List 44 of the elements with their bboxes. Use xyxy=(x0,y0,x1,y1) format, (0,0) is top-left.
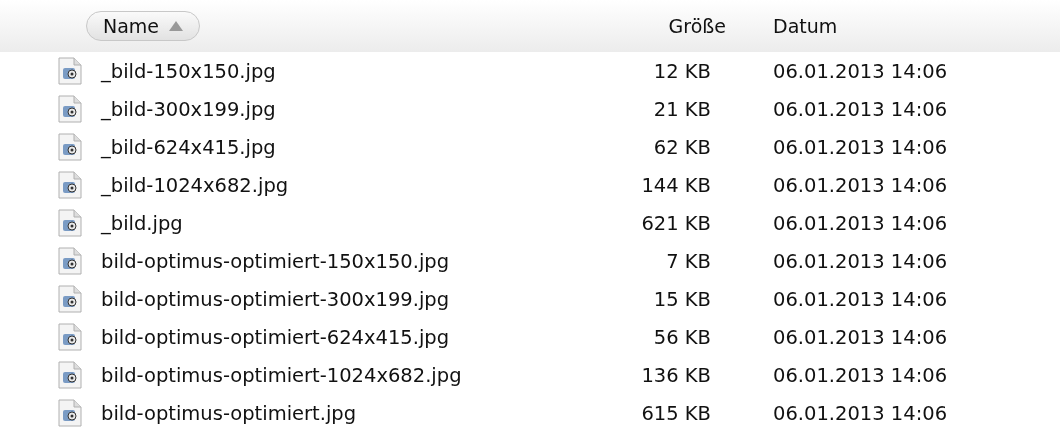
file-size: 144 KB xyxy=(640,173,711,197)
image-file-icon xyxy=(58,95,82,123)
column-header[interactable]: Datum xyxy=(726,11,1060,41)
image-file-icon xyxy=(58,323,82,351)
file-name: _bild.jpg xyxy=(101,211,184,235)
column-header[interactable]: Name xyxy=(86,11,201,41)
file-size: 62 KB xyxy=(652,135,711,159)
file-size: 56 KB xyxy=(652,325,711,349)
file-date: 06.01.2013 14:06 xyxy=(772,325,949,349)
file-date: 06.01.2013 14:06 xyxy=(772,135,949,159)
file-date: 06.01.2013 14:06 xyxy=(772,211,949,235)
sort-ascending-icon xyxy=(169,21,184,31)
file-size: 15 KB xyxy=(652,287,711,311)
file-name: bild-optimus-optimiert-150x150.jpg xyxy=(101,249,451,273)
file-name: bild-optimus-optimiert.jpg xyxy=(101,401,358,425)
file-date: 06.01.2013 14:06 xyxy=(772,287,949,311)
image-file-icon xyxy=(58,399,82,427)
file-date: 06.01.2013 14:06 xyxy=(772,97,949,121)
image-file-icon xyxy=(58,285,82,313)
file-name: bild-optimus-optimiert-300x199.jpg xyxy=(101,287,451,311)
image-file-icon xyxy=(58,57,82,85)
file-date: 06.01.2013 14:06 xyxy=(772,59,949,83)
file-name: _bild-150x150.jpg xyxy=(101,59,277,83)
file-name: bild-optimus-optimiert-624x415.jpg xyxy=(101,325,451,349)
file-size: 21 KB xyxy=(652,97,711,121)
file-date: 06.01.2013 14:06 xyxy=(772,249,949,273)
image-file-icon xyxy=(58,209,82,237)
file-size: 136 KB xyxy=(640,363,711,387)
image-file-icon xyxy=(58,247,82,275)
file-size: 7 KB xyxy=(665,249,711,273)
file-name: _bild-1024x682.jpg xyxy=(101,173,290,197)
file-name: _bild-300x199.jpg xyxy=(101,97,277,121)
file-name: _bild-624x415.jpg xyxy=(101,135,277,159)
file-date: 06.01.2013 14:06 xyxy=(772,363,949,387)
column-header[interactable]: Größe xyxy=(668,11,726,41)
file-size: 621 KB xyxy=(640,211,711,235)
file-date: 06.01.2013 14:06 xyxy=(772,173,949,197)
file-size: 615 KB xyxy=(640,401,711,425)
image-file-icon xyxy=(58,133,82,161)
file-date: 06.01.2013 14:06 xyxy=(772,401,949,425)
image-file-icon xyxy=(58,361,82,389)
file-size: 12 KB xyxy=(652,59,711,83)
image-file-icon xyxy=(58,171,82,199)
file-name: bild-optimus-optimiert-1024x682.jpg xyxy=(101,363,463,387)
